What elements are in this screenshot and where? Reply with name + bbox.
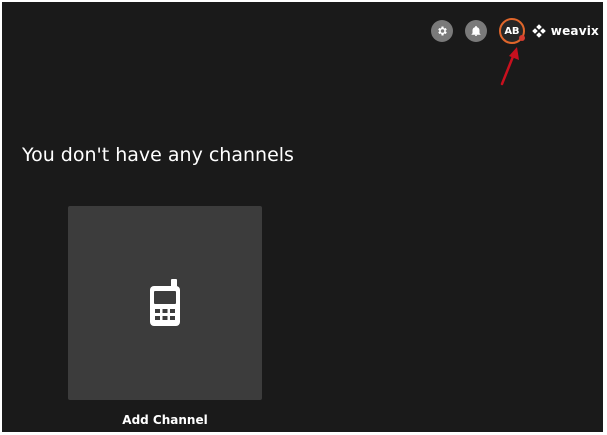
- page-title: You don't have any channels: [22, 144, 294, 166]
- brand: weavix: [531, 23, 599, 39]
- avatar-initials: AB: [504, 25, 520, 37]
- gear-icon: [437, 26, 447, 36]
- add-channel-card[interactable]: [68, 206, 262, 400]
- bell-icon: [471, 25, 481, 36]
- annotation-arrow-icon: [500, 47, 519, 86]
- user-avatar-button[interactable]: AB: [498, 18, 525, 44]
- notifications-button[interactable]: [464, 20, 487, 42]
- app-window: AB weavix You don't have any channels Ad…: [2, 2, 603, 432]
- top-toolbar: AB weavix: [430, 18, 599, 44]
- brand-name: weavix: [550, 24, 599, 38]
- radio-device-icon: [150, 279, 180, 326]
- add-channel-label[interactable]: Add Channel: [68, 413, 262, 427]
- weavix-logo-icon: [531, 24, 546, 38]
- settings-button[interactable]: [430, 20, 453, 42]
- status-dot: [518, 35, 525, 41]
